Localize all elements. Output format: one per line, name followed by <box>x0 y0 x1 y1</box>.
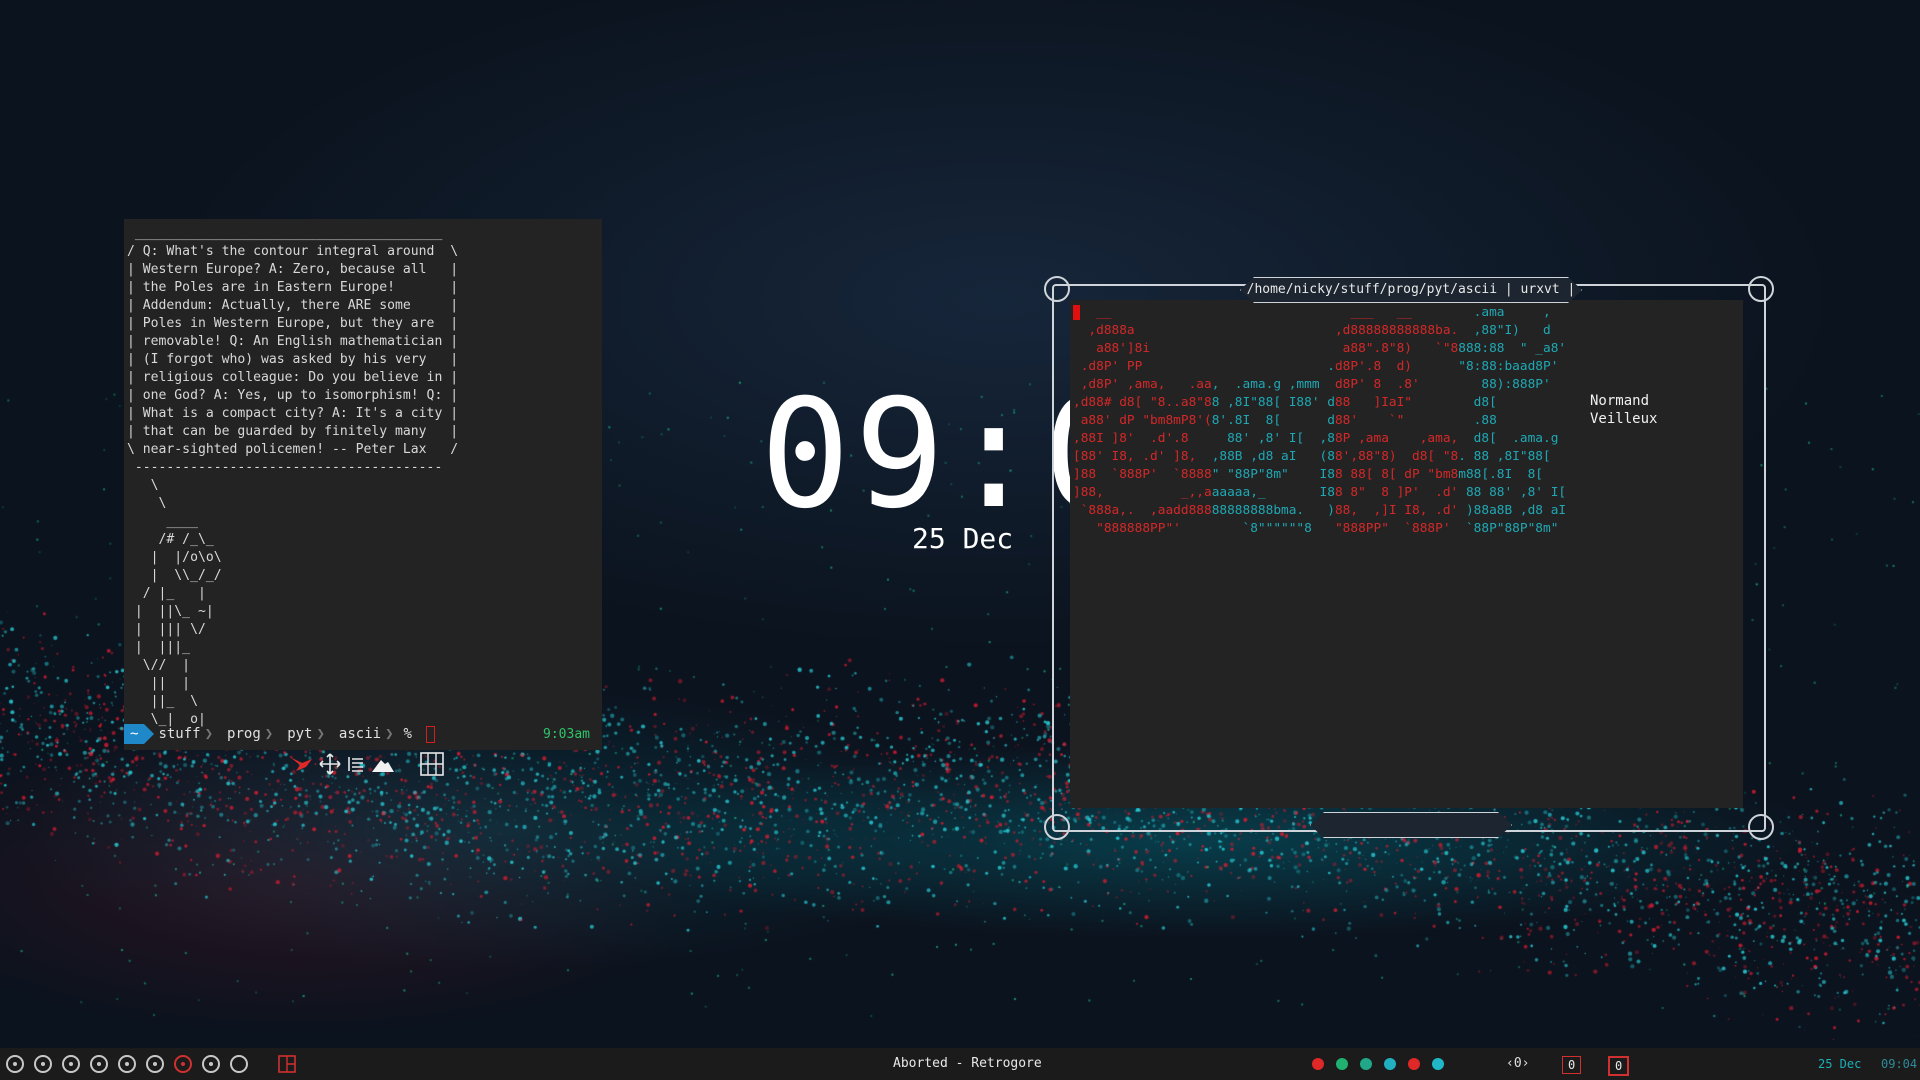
workspace-3[interactable] <box>62 1055 80 1073</box>
right-window-toolbar-bg <box>1310 812 1512 838</box>
clock-date: 25 Dec <box>912 522 1014 555</box>
status-date: 25 Dec <box>1818 1057 1862 1071</box>
status-dot <box>1408 1058 1420 1070</box>
window-title[interactable]: /home/nicky/stuff/prog/pyt/ascii | urxvt… <box>1240 277 1582 303</box>
text-cursor[interactable] <box>425 725 435 743</box>
prompt-crumb: prog <box>227 726 261 742</box>
ornament-icon <box>1044 814 1070 840</box>
workspace-8[interactable] <box>202 1055 220 1073</box>
bird-icon[interactable] <box>288 753 314 775</box>
author-last-name: Veilleux <box>1590 411 1658 427</box>
left-window-toolbar <box>288 752 444 776</box>
counter-box: 0 <box>1608 1056 1630 1076</box>
chevron-right-icon: ❯ <box>316 726 325 742</box>
status-bar: Aborted - Retrogore ‹0› 0 0 25 Dec 09:04 <box>0 1048 1920 1080</box>
workspace-4[interactable] <box>90 1055 108 1073</box>
list-icon[interactable] <box>346 754 366 774</box>
shell-prompt: ~ stuff ❯ prog ❯ pyt ❯ ascii ❯ % 9:03am <box>124 724 602 744</box>
status-dot <box>1336 1058 1348 1070</box>
chevron-right-icon: ❯ <box>204 726 214 742</box>
ornament-icon <box>1044 276 1070 302</box>
cloud-icon[interactable] <box>370 754 396 774</box>
text-cursor[interactable] <box>1073 305 1080 320</box>
now-playing[interactable]: Aborted - Retrogore <box>893 1048 1042 1080</box>
grid-icon[interactable] <box>420 752 444 776</box>
status-dots <box>1312 1048 1444 1080</box>
prompt-crumb: pyt <box>287 726 313 742</box>
prompt-home-segment: ~ <box>124 724 156 744</box>
status-dot <box>1312 1058 1324 1070</box>
status-dot <box>1384 1058 1396 1070</box>
workspace-7[interactable] <box>174 1055 192 1073</box>
left-terminal-window[interactable]: _______________________________________ … <box>124 219 602 750</box>
fortune-output: _______________________________________ … <box>127 226 459 727</box>
workspace-5[interactable] <box>118 1055 136 1073</box>
workspace-6[interactable] <box>146 1055 164 1073</box>
prompt-crumb: ascii <box>338 726 382 742</box>
workspace-9[interactable] <box>230 1055 248 1073</box>
window-layout-icon[interactable] <box>278 1055 296 1073</box>
ornament-icon <box>1748 814 1774 840</box>
prompt-symbol: % <box>403 726 412 742</box>
ornament-icon <box>1748 276 1774 302</box>
prompt-time: 9:03am <box>543 726 590 742</box>
status-dot <box>1360 1058 1372 1070</box>
author-name: Normand Veilleux <box>1590 392 1657 428</box>
chevron-right-icon: ❯ <box>264 726 274 742</box>
workspace-1[interactable] <box>6 1055 24 1073</box>
status-time: 09:04 <box>1881 1057 1918 1071</box>
right-terminal-window[interactable]: __ ___ __ .ama , ,d888a ,d88888888888ba.… <box>1070 300 1743 808</box>
chevron-right-icon: ❯ <box>385 726 394 742</box>
workspace-list <box>0 1055 248 1073</box>
status-dot <box>1432 1058 1444 1070</box>
move-icon[interactable] <box>318 752 342 776</box>
volume-indicator[interactable]: ‹0› <box>1506 1048 1529 1080</box>
desktop: 09:0 25 Dec ____________________________… <box>0 0 1920 1080</box>
counter-box: 0 <box>1562 1056 1582 1074</box>
workspace-2[interactable] <box>34 1055 52 1073</box>
author-first-name: Normand <box>1590 393 1650 409</box>
